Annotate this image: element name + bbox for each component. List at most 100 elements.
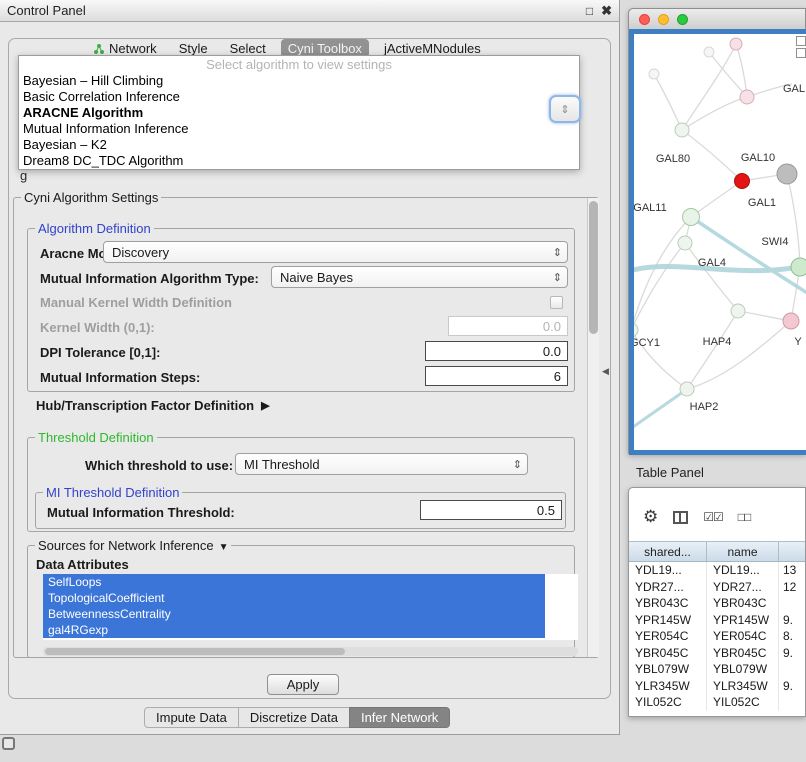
data-attributes-list: SelfLoops TopologicalCoefficient Between… bbox=[43, 574, 578, 640]
columns-icon[interactable] bbox=[673, 511, 688, 524]
scrollbar-thumb[interactable] bbox=[45, 648, 345, 655]
window-title: Control Panel bbox=[7, 3, 578, 18]
algorithm-option[interactable]: Dream8 DC_TDC Algorithm bbox=[19, 153, 579, 169]
cell: 9. bbox=[779, 612, 805, 629]
node[interactable] bbox=[678, 236, 692, 250]
table-row[interactable]: YIL052C YIL052C bbox=[629, 694, 805, 711]
cell: 12 bbox=[779, 579, 805, 596]
table-panel-title: Table Panel bbox=[636, 465, 704, 480]
algorithm-option[interactable]: Basic Correlation Inference bbox=[19, 89, 579, 105]
selected-value: Naive Bayes bbox=[280, 270, 553, 285]
tab-discretize-data[interactable]: Discretize Data bbox=[238, 707, 350, 728]
column-header-shared[interactable]: shared... bbox=[629, 542, 707, 561]
collapse-left-icon[interactable]: ◀ bbox=[602, 366, 609, 377]
node[interactable] bbox=[731, 304, 745, 318]
node[interactable] bbox=[704, 47, 714, 57]
close-icon[interactable]: ✖ bbox=[601, 4, 612, 17]
highlighted-edges bbox=[634, 217, 806, 432]
cell: YIL052C bbox=[629, 694, 707, 711]
cell: YPR145W bbox=[707, 612, 779, 629]
tab-label: Cyni Toolbox bbox=[288, 41, 362, 56]
node-label: Y bbox=[794, 336, 802, 348]
table-row[interactable]: YDR27... YDR27... 12 bbox=[629, 579, 805, 596]
table-row[interactable]: YPR145W YPR145W 9. bbox=[629, 612, 805, 629]
minimize-traffic-light[interactable] bbox=[658, 14, 669, 25]
cell: YBL079W bbox=[629, 661, 707, 678]
algorithm-option[interactable]: Mutual Information Inference bbox=[19, 121, 579, 137]
attributes-horizontal-scrollbar[interactable] bbox=[43, 647, 578, 656]
kernel-width-label: Kernel Width (0,1): bbox=[40, 320, 155, 335]
table-row[interactable]: YBR043C YBR043C bbox=[629, 595, 805, 612]
bottom-tab-bar: Impute Data Discretize Data Infer Networ… bbox=[144, 707, 450, 728]
scrollbar-thumb[interactable] bbox=[589, 201, 598, 334]
list-item[interactable]: TopologicalCoefficient bbox=[43, 590, 545, 606]
zoom-traffic-light[interactable] bbox=[677, 14, 688, 25]
algorithm-placeholder: Select algorithm to view settings bbox=[19, 56, 579, 73]
network-window-titlebar[interactable] bbox=[629, 9, 805, 29]
algorithm-option[interactable]: Bayesian – Hill Climbing bbox=[19, 73, 579, 89]
settings-vertical-scrollbar[interactable] bbox=[587, 198, 599, 657]
tab-infer-network[interactable]: Infer Network bbox=[349, 707, 450, 728]
table-row[interactable]: YBR045C YBR045C 9. bbox=[629, 645, 805, 662]
cell: YBR045C bbox=[629, 645, 707, 662]
network-canvas[interactable]: GAL GAL80 GAL10 GAL11 GAL1 SWI4 GAL4 GCY… bbox=[634, 34, 806, 450]
node[interactable] bbox=[740, 90, 754, 104]
tab-impute-data[interactable]: Impute Data bbox=[144, 707, 239, 728]
cell: YLR345W bbox=[629, 678, 707, 695]
node[interactable] bbox=[649, 69, 659, 79]
node-green[interactable] bbox=[791, 258, 806, 276]
cell: YDR27... bbox=[707, 579, 779, 596]
which-threshold-label: Which threshold to use: bbox=[85, 458, 233, 473]
mi-algorithm-type-select[interactable]: Naive Bayes ⇕ bbox=[271, 266, 568, 288]
select-all-checks-icon[interactable]: ☑☑ bbox=[703, 510, 723, 524]
node-gal10-red[interactable] bbox=[735, 174, 750, 189]
algorithm-combo-arrow-button[interactable]: ⇕ bbox=[549, 95, 581, 123]
node[interactable] bbox=[675, 123, 689, 137]
docked-panel-icon[interactable] bbox=[2, 737, 15, 750]
mi-threshold-field[interactable]: 0.5 bbox=[420, 500, 562, 520]
node-gray[interactable] bbox=[777, 164, 797, 184]
cell: YDL19... bbox=[629, 562, 707, 579]
table-row[interactable]: YBL079W YBL079W bbox=[629, 661, 805, 678]
field-value: 0.0 bbox=[543, 319, 561, 334]
table-row[interactable]: YDL19... YDL19... 13 bbox=[629, 562, 805, 579]
list-item[interactable]: gal4RGexp bbox=[43, 622, 545, 638]
birdseye-toggle[interactable] bbox=[796, 36, 806, 46]
gear-icon[interactable]: ⚙ bbox=[643, 507, 658, 527]
deselect-all-checks-icon[interactable]: □□ bbox=[738, 510, 751, 524]
restore-icon[interactable]: □ bbox=[586, 5, 593, 17]
column-header-partial[interactable] bbox=[779, 542, 805, 561]
birdseye-toggle[interactable] bbox=[796, 48, 806, 58]
algorithm-option-selected[interactable]: ARACNE Algorithm bbox=[19, 105, 579, 121]
cell: 8. bbox=[779, 628, 805, 645]
node[interactable] bbox=[634, 323, 638, 337]
apply-button[interactable]: Apply bbox=[267, 674, 339, 695]
field-value: 6 bbox=[554, 369, 561, 384]
node-label: GCY1 bbox=[634, 337, 660, 349]
aracne-mode-select[interactable]: Discovery ⇕ bbox=[103, 241, 568, 263]
node-label: GAL11 bbox=[634, 202, 667, 214]
sources-collapse-toggle[interactable]: Sources for Network Inference▼ bbox=[35, 538, 231, 553]
node[interactable] bbox=[680, 382, 694, 396]
hub-transcription-factor-expander[interactable]: Hub/Transcription Factor Definition ▶ bbox=[36, 398, 270, 413]
combo-arrows-icon: ⇕ bbox=[553, 246, 562, 259]
list-item[interactable]: BetweennessCentrality bbox=[43, 606, 545, 622]
control-panel-titlebar[interactable]: Control Panel □ ✖ bbox=[0, 0, 619, 22]
group-title: MI Threshold Definition bbox=[43, 485, 182, 500]
node-label: GAL80 bbox=[656, 153, 690, 165]
node[interactable] bbox=[683, 209, 700, 226]
which-threshold-select[interactable]: MI Threshold ⇕ bbox=[235, 453, 528, 475]
algorithm-option[interactable]: Bayesian – K2 bbox=[19, 137, 579, 153]
table-row[interactable]: YER054C YER054C 8. bbox=[629, 628, 805, 645]
mi-steps-field[interactable]: 6 bbox=[425, 366, 568, 386]
dpi-tolerance-field[interactable]: 0.0 bbox=[425, 341, 568, 361]
node[interactable] bbox=[730, 38, 742, 50]
column-header-name[interactable]: name bbox=[707, 542, 779, 561]
close-traffic-light[interactable] bbox=[639, 14, 650, 25]
network-view-window: GAL GAL80 GAL10 GAL11 GAL1 SWI4 GAL4 GCY… bbox=[628, 8, 806, 454]
mi-algorithm-type-label: Mutual Information Algorithm Type: bbox=[40, 271, 259, 286]
table-row[interactable]: YLR345W YLR345W 9. bbox=[629, 678, 805, 695]
node-pink[interactable] bbox=[783, 313, 799, 329]
table-header: shared... name bbox=[629, 541, 805, 562]
list-item[interactable]: SelfLoops bbox=[43, 574, 545, 590]
